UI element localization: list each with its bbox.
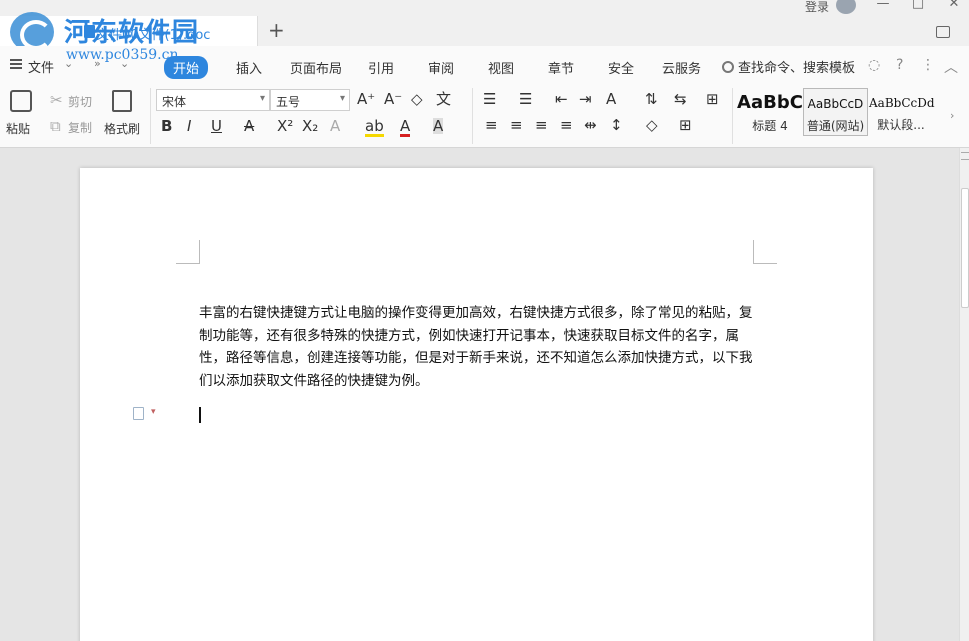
style-normal-web[interactable]: AaBbCcD 普通(网站) (803, 88, 868, 136)
watermark-title: 河东软件园 (64, 18, 200, 48)
divider (732, 88, 733, 144)
more-options-icon[interactable]: ⋮ (921, 57, 935, 73)
font-name-select[interactable]: 宋体 ▾ (156, 89, 270, 111)
scissors-icon: ✂ (50, 91, 63, 109)
chevron-down-icon[interactable]: ▾ (151, 407, 156, 417)
tab-view[interactable]: 视图 (488, 58, 514, 77)
styles-more-icon[interactable]: › (950, 108, 954, 124)
sort-icon[interactable]: ⇅ (645, 91, 658, 107)
font-size-select[interactable]: 五号 ▾ (270, 89, 350, 111)
borders-icon[interactable]: ⊞ (679, 117, 692, 133)
align-center-icon[interactable]: ≡ (510, 117, 523, 133)
copy-icon: ⧉ (50, 117, 61, 135)
watermark-logo (4, 8, 64, 52)
font-color-icon[interactable]: A (400, 118, 411, 137)
align-left-icon[interactable]: ≡ (485, 117, 498, 133)
bold-icon[interactable]: B (161, 118, 172, 134)
copy-button[interactable]: 复制 (68, 119, 92, 136)
distributed-align-icon[interactable]: ⇹ (584, 117, 597, 133)
tab-insert[interactable]: 插入 (236, 58, 262, 77)
numbered-list-icon[interactable]: ☰ (519, 91, 532, 107)
scroll-up-icon[interactable] (961, 152, 969, 160)
superscript-icon[interactable]: X² (277, 118, 293, 134)
strikethrough-icon[interactable]: A (244, 118, 254, 134)
margin-corner-top-left (176, 240, 200, 264)
style-name: 标题 4 (752, 119, 788, 133)
style-heading-4[interactable]: AaBbC 标题 4 (736, 88, 804, 136)
login-link[interactable]: 登录 (805, 0, 829, 15)
document-paragraph[interactable]: 丰富的右键快捷键方式让电脑的操作变得更加高效，右键快捷方式很多，除了常见的粘贴，… (199, 302, 759, 392)
new-tab-button[interactable]: + (268, 20, 285, 40)
vertical-scrollbar[interactable] (959, 148, 969, 641)
collapse-ribbon-icon[interactable]: ︿ (944, 57, 958, 77)
text-cursor (199, 407, 201, 423)
tab-security[interactable]: 安全 (608, 58, 634, 77)
help-icon[interactable]: ? (896, 57, 903, 73)
font-size-value: 五号 (276, 95, 301, 109)
tab-references[interactable]: 引用 (368, 58, 394, 77)
justify-icon[interactable]: ≡ (560, 117, 573, 133)
command-search-label: 查找命令、搜索模板 (738, 61, 856, 76)
divider (472, 88, 473, 144)
format-painter-button[interactable]: 格式刷 (104, 120, 140, 137)
grow-font-icon[interactable]: A⁺ (357, 91, 375, 107)
maximize-button[interactable]: □ (903, 0, 933, 12)
search-icon (722, 61, 734, 73)
table-icon[interactable]: ⊞ (706, 91, 719, 107)
decrease-indent-icon[interactable]: ⇤ (555, 91, 568, 107)
scroll-thumb[interactable] (961, 188, 969, 308)
clear-format-icon[interactable]: ◇ (411, 91, 423, 107)
style-name: 默认段... (877, 118, 925, 132)
paragraph-layout-icon[interactable] (133, 407, 144, 420)
style-sample: AaBbCcD (807, 97, 864, 111)
bullet-list-icon[interactable]: ☰ (483, 91, 496, 107)
paste-icon[interactable] (10, 90, 32, 112)
shrink-font-icon[interactable]: A⁻ (384, 91, 402, 107)
command-search[interactable]: 查找命令、搜索模板 (722, 57, 855, 76)
tab-chapter[interactable]: 章节 (548, 58, 574, 77)
align-right-icon[interactable]: ≡ (535, 117, 548, 133)
sidebar-toggle-icon[interactable] (936, 26, 950, 38)
subscript-icon[interactable]: X₂ (302, 118, 318, 134)
margin-corner-top-right (753, 240, 777, 264)
italic-icon[interactable]: I (187, 118, 191, 134)
paste-button[interactable]: 粘贴 (6, 120, 30, 137)
minimize-button[interactable]: — (868, 0, 898, 12)
tab-page-layout[interactable]: 页面布局 (290, 58, 342, 77)
shading-icon[interactable]: ◇ (646, 117, 658, 133)
hamburger-menu-icon[interactable] (10, 59, 22, 69)
tab-review[interactable]: 审阅 (428, 58, 454, 77)
style-sample: AaBbCcDd (869, 96, 935, 110)
divider (150, 88, 151, 144)
line-spacing-icon[interactable]: ↕ (610, 117, 623, 133)
document-page[interactable] (80, 168, 873, 641)
underline-icon[interactable]: U (211, 118, 222, 134)
comment-icon[interactable]: ◌ (868, 57, 880, 73)
text-effect-icon[interactable]: A (330, 118, 340, 134)
show-hide-marks-icon[interactable]: ⇆ (674, 91, 687, 107)
pinyin-guide-icon[interactable]: 文 (436, 91, 451, 107)
close-button[interactable]: ✕ (939, 0, 969, 12)
chevron-down-icon: ▾ (339, 93, 345, 104)
style-default-paragraph[interactable]: AaBbCcDd 默认段... (869, 88, 935, 136)
increase-indent-icon[interactable]: ⇥ (579, 91, 592, 107)
format-painter-icon[interactable] (112, 90, 132, 112)
character-shading-icon[interactable]: A (433, 118, 444, 134)
watermark-url: www.pc0359.cn (66, 47, 179, 63)
user-avatar-icon[interactable] (836, 0, 856, 14)
file-menu[interactable]: 文件 (28, 57, 54, 76)
chevron-down-icon: ▾ (259, 93, 265, 104)
chinese-layout-icon[interactable]: A (606, 91, 616, 107)
highlight-icon[interactable]: ab (365, 118, 384, 137)
style-name: 普通(网站) (806, 119, 865, 133)
title-bar: 文件00文件(1).doc 河东软件园 + 登录 — □ ✕ (0, 0, 969, 52)
ribbon-toolbar: 粘贴 ✂ 剪切 ⧉ 复制 格式刷 宋体 ▾ 五号 ▾ A⁺ A⁻ ◇ 文 B I U… (0, 84, 969, 148)
tab-cloud-service[interactable]: 云服务 (662, 58, 701, 77)
font-name-value: 宋体 (162, 95, 187, 109)
cut-button[interactable]: 剪切 (68, 93, 92, 110)
style-sample: AaBbC (737, 92, 803, 113)
